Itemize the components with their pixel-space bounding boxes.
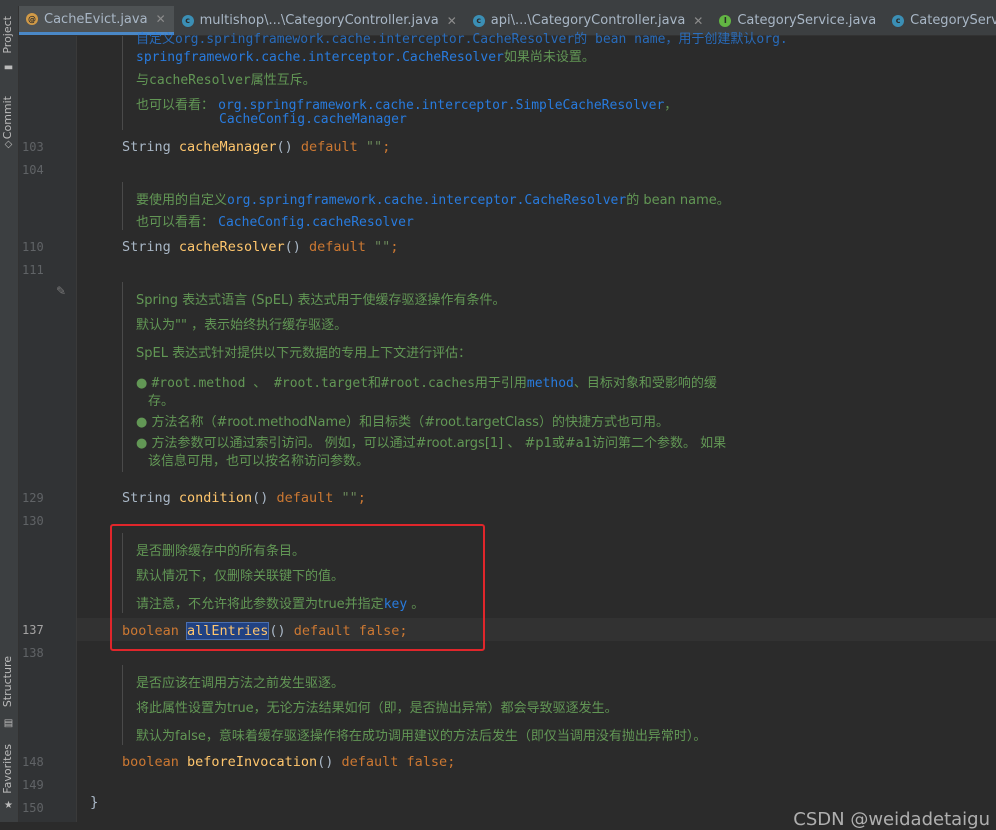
bullet-icon: ●	[136, 436, 148, 451]
doc-text: 要使用的自定义org.springframework.cache.interce…	[136, 193, 730, 208]
doc-text: 存。	[148, 394, 175, 409]
edit-doc-icon[interactable]: ✎	[56, 284, 66, 298]
tab-category-service-impl[interactable]: c CategoryServiceImpl.java	[884, 6, 996, 35]
doc-text: SpEL 表达式针对提供以下元数据的专用上下文进行评估：	[136, 346, 472, 361]
doc-text: 默认为"" ，表示始终执行缓存驱逐。	[136, 318, 348, 333]
doc-text: 该信息可用，也可以按名称访问参数。	[148, 454, 370, 469]
line-number: 130	[22, 514, 44, 528]
doc-bullet: ● #root.method 、 #root.target和#root.cach…	[136, 376, 717, 391]
commit-tool-button[interactable]: Commit	[1, 96, 14, 139]
line-number: 150	[22, 801, 44, 815]
class-icon: c	[892, 14, 905, 27]
commit-icon: ◇	[4, 139, 13, 150]
gutter-separator	[76, 36, 77, 822]
closing-brace: }	[90, 795, 99, 811]
doc-border	[122, 36, 123, 130]
close-icon[interactable]: ✕	[693, 14, 703, 28]
line-number: 138	[22, 646, 44, 660]
interface-icon: I	[719, 14, 732, 27]
doc-see-also: 也可以看看： CacheConfig.cacheResolver	[136, 215, 414, 230]
line-number: 103	[22, 140, 44, 154]
doc-border	[122, 665, 123, 745]
doc-text: 将此属性设置为true，无论方法结果如何（即，是否抛出异常）都会导致驱逐发生。	[136, 701, 618, 716]
line-number: 137	[22, 623, 44, 637]
doc-link[interactable]: org.springframework.cache.interceptor.Si…	[218, 98, 664, 113]
doc-border	[122, 282, 123, 472]
doc-text: 与cacheResolver属性互斥。	[136, 73, 316, 88]
doc-link[interactable]: CacheConfig.cacheResolver	[218, 215, 414, 230]
watermark: CSDN @weidadetaigu	[793, 809, 990, 830]
tab-label: CategoryService.java	[737, 13, 877, 28]
close-icon[interactable]: ✕	[156, 12, 166, 26]
doc-see-also: CacheConfig.cacheManager	[219, 112, 407, 127]
star-icon: ★	[4, 800, 13, 811]
favorites-tool-button[interactable]: Favorites	[1, 744, 14, 794]
highlight-box	[110, 524, 485, 651]
doc-text: springframework.cache.interceptor.CacheR…	[136, 50, 595, 65]
annotation-icon: @	[26, 13, 38, 25]
folder-icon: ▬	[3, 62, 14, 73]
tab-label: CategoryServiceImpl.java	[910, 13, 996, 28]
doc-border	[122, 182, 123, 230]
doc-bullet: ● 方法参数可以通过索引访问。 例如，可以通过#root.args[1] 、 #…	[136, 436, 727, 451]
project-tool-button[interactable]: Project	[1, 16, 14, 54]
tab-label: CacheEvict.java	[44, 11, 148, 27]
class-icon: c	[472, 14, 485, 27]
tab-label: api\...\CategoryController.java	[490, 13, 686, 28]
tool-window-strip: Project ▬ Commit ◇ Structure ▤ Favorites…	[0, 6, 19, 822]
line-number: 148	[22, 755, 44, 769]
code-line[interactable]: String cacheManager() default "";	[122, 139, 390, 155]
line-number: 110	[22, 240, 44, 254]
close-icon[interactable]: ✕	[447, 14, 457, 28]
bullet-icon: ●	[136, 376, 148, 391]
line-number: 111	[22, 263, 44, 277]
class-icon: c	[181, 14, 194, 27]
structure-icon: ▤	[3, 718, 14, 729]
line-number: 104	[22, 163, 44, 177]
code-line[interactable]: boolean beforeInvocation() default false…	[122, 754, 455, 770]
code-line[interactable]: String condition() default "";	[122, 490, 366, 506]
doc-link[interactable]: CacheConfig.cacheManager	[219, 112, 407, 127]
doc-see-also: 也可以看看： org.springframework.cache.interce…	[136, 98, 678, 113]
code-line[interactable]: String cacheResolver() default "";	[122, 239, 398, 255]
doc-text: 是否应该在调用方法之前发生驱逐。	[136, 676, 345, 691]
tab-label: multishop\...\CategoryController.java	[199, 13, 439, 28]
doc-text: 默认为false，意味着缓存驱逐操作将在成功调用建议的方法后发生（即仅当调用没有…	[136, 729, 707, 744]
doc-text: Spring 表达式语言 (SpEL) 表达式用于使缓存驱逐操作有条件。	[136, 293, 506, 308]
doc-bullet: ● 方法名称（#root.methodName）和目标类（#root.targe…	[136, 415, 669, 430]
line-number: 149	[22, 778, 44, 792]
doc-text: 自定义org.springframework.cache.interceptor…	[136, 32, 788, 47]
structure-tool-button[interactable]: Structure	[1, 656, 14, 707]
bullet-icon: ●	[136, 415, 148, 430]
line-number: 129	[22, 491, 44, 505]
